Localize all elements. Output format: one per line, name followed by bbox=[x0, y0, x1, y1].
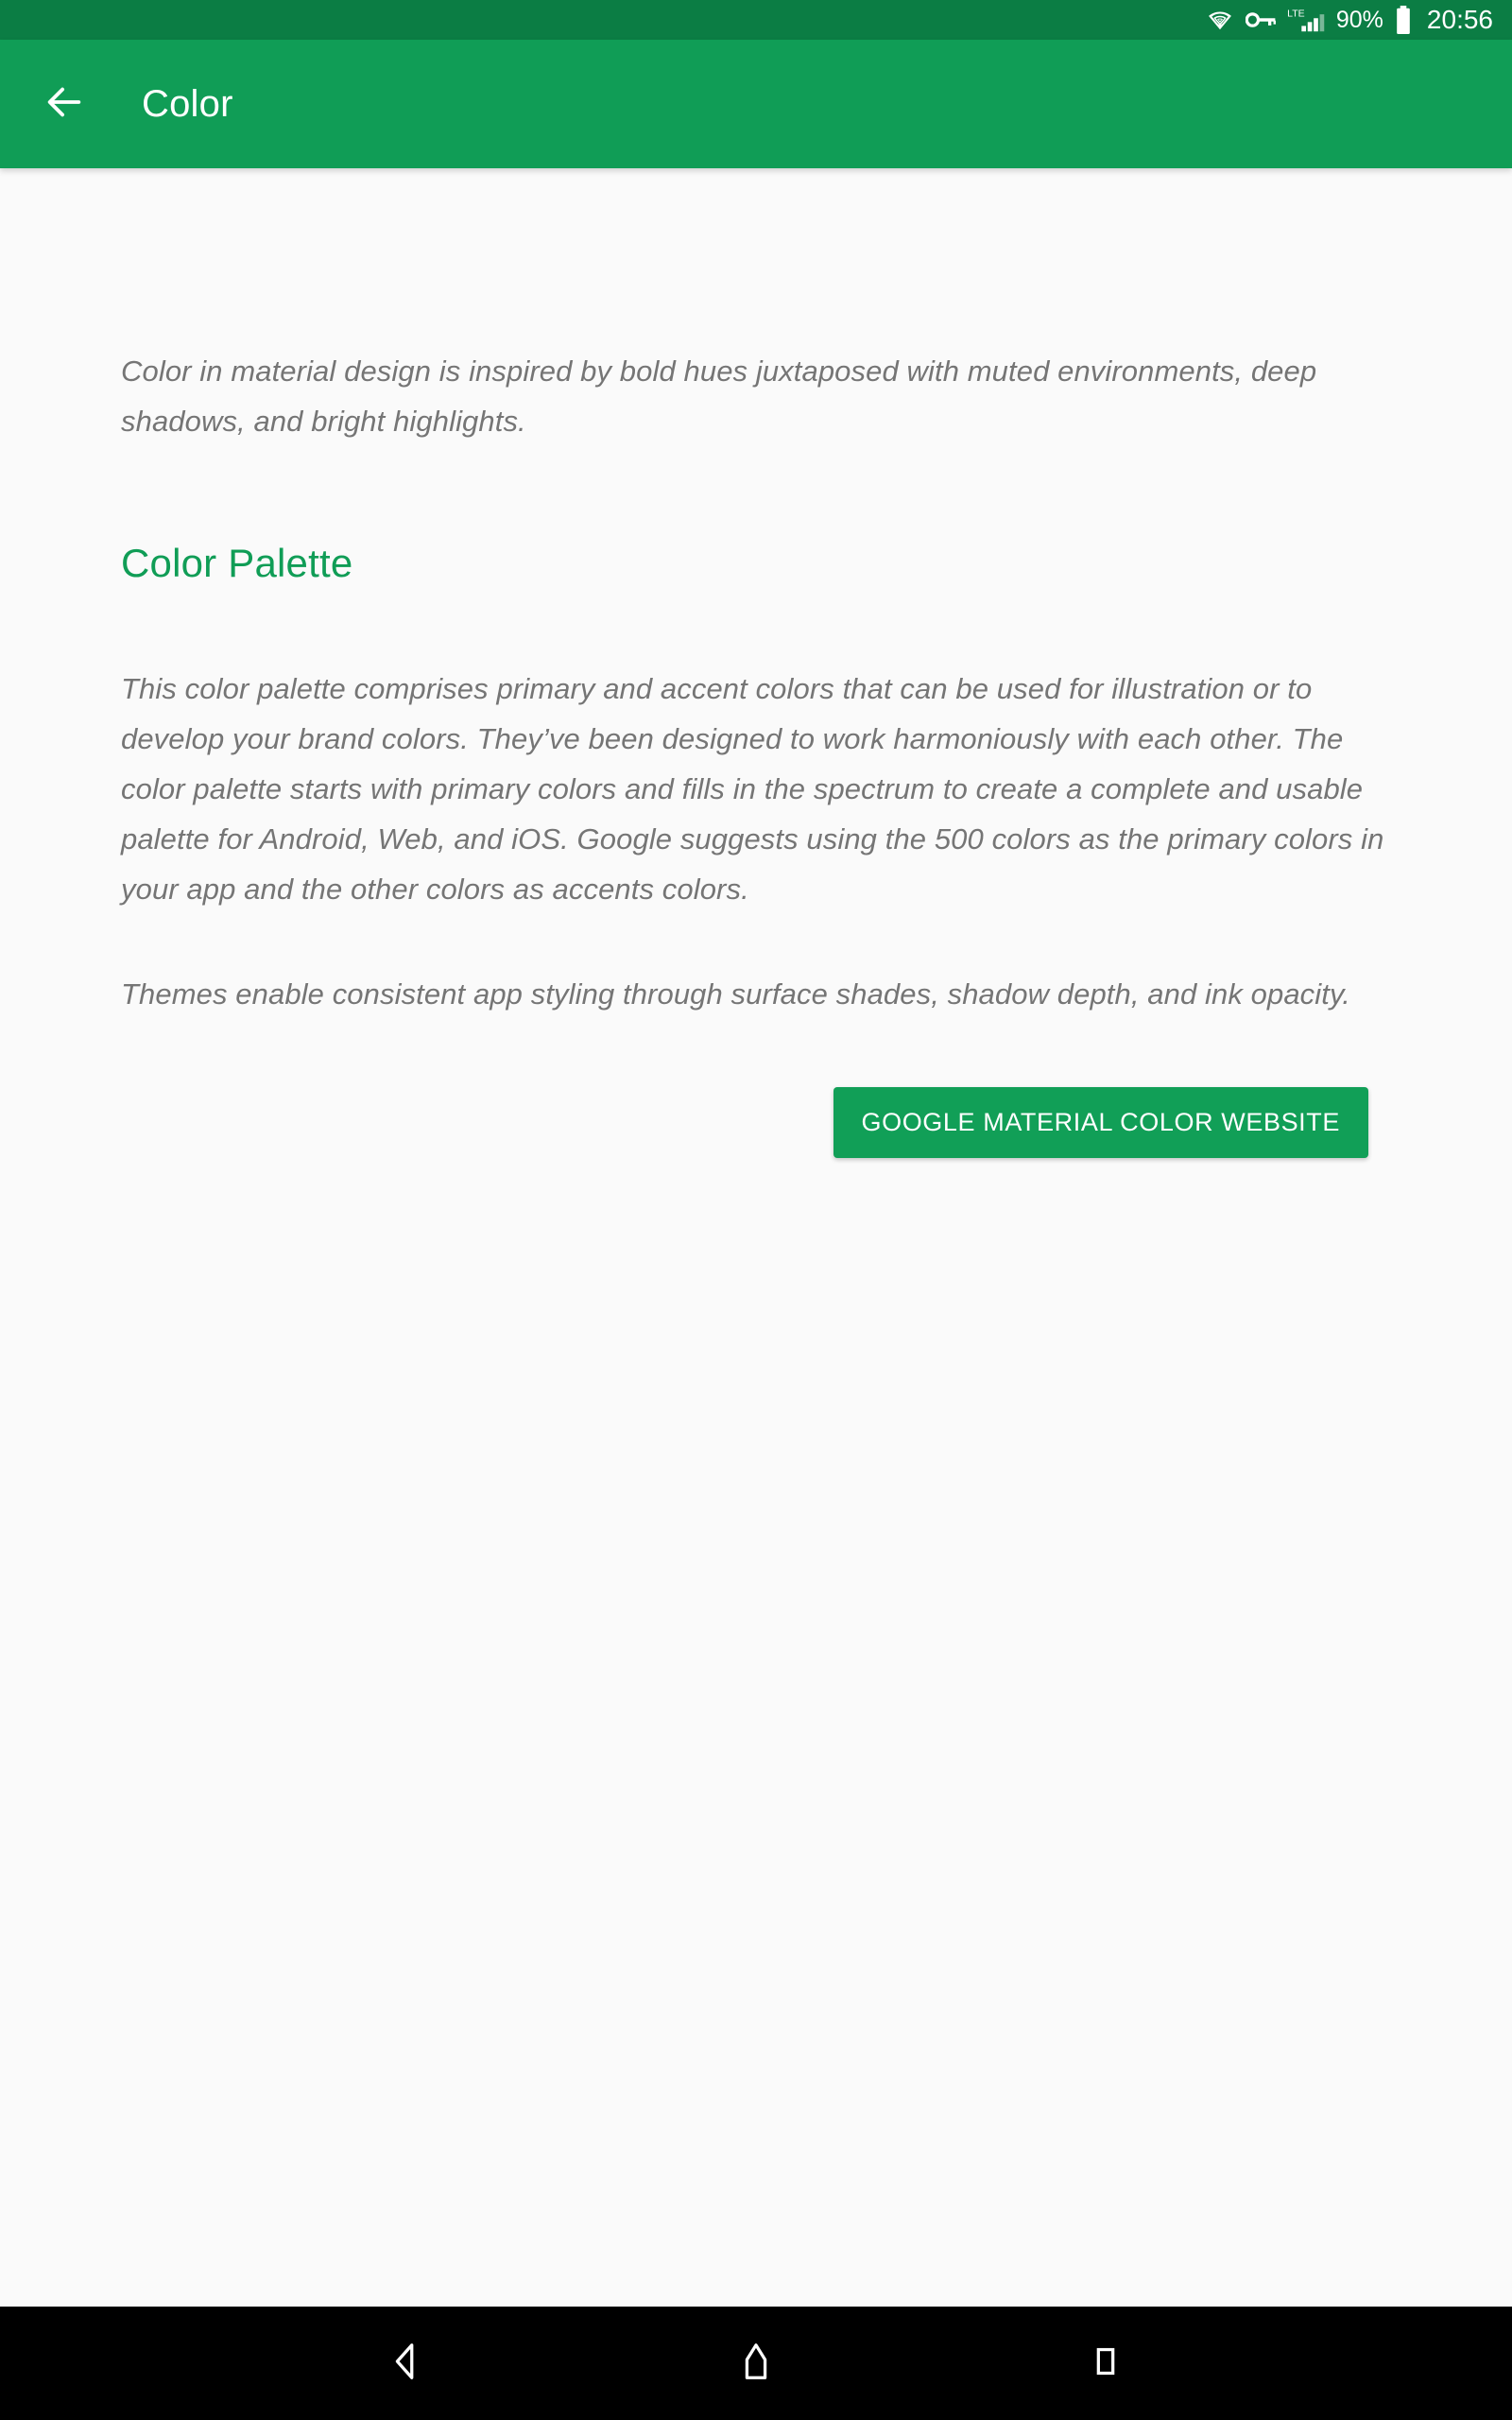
nav-back-triangle-icon bbox=[385, 2340, 428, 2388]
app-screen: LTE 90% 20:56 Color Color in material de… bbox=[0, 0, 1512, 2420]
nav-recents-square-icon bbox=[1084, 2340, 1127, 2388]
vpn-key-icon bbox=[1245, 9, 1276, 30]
wifi-icon bbox=[1206, 8, 1234, 32]
app-bar: Color bbox=[0, 40, 1512, 168]
svg-text:LTE: LTE bbox=[1287, 9, 1304, 20]
google-material-color-website-button[interactable]: GOOGLE MATERIAL COLOR WEBSITE bbox=[833, 1087, 1368, 1158]
content-area: Color in material design is inspired by … bbox=[0, 168, 1512, 2307]
cta-button-row: GOOGLE MATERIAL COLOR WEBSITE bbox=[121, 1019, 1391, 1158]
nav-home-button[interactable] bbox=[713, 2321, 799, 2406]
themes-paragraph: Themes enable consistent app styling thr… bbox=[121, 977, 1350, 1011]
intro-paragraph: Color in material design is inspired by … bbox=[121, 354, 1317, 438]
nav-recents-button[interactable] bbox=[1063, 2321, 1148, 2406]
battery-full-icon bbox=[1395, 6, 1412, 34]
page-title: Color bbox=[142, 82, 233, 125]
status-bar-icons: LTE 90% 20:56 bbox=[1206, 6, 1493, 34]
android-navigation-bar bbox=[0, 2307, 1512, 2420]
body-paragraph: This color palette comprises primary and… bbox=[121, 672, 1384, 906]
arrow-back-icon bbox=[43, 80, 86, 129]
nav-home-icon bbox=[734, 2340, 778, 2388]
section-heading-color-palette: Color Palette bbox=[121, 541, 353, 585]
lte-signal-icon: LTE bbox=[1287, 7, 1325, 33]
status-bar: LTE 90% 20:56 bbox=[0, 0, 1512, 40]
navigate-up-button[interactable] bbox=[36, 76, 93, 132]
nav-back-button[interactable] bbox=[364, 2321, 449, 2406]
battery-percent-label: 90% bbox=[1335, 6, 1383, 33]
status-bar-clock: 20:56 bbox=[1426, 5, 1493, 34]
